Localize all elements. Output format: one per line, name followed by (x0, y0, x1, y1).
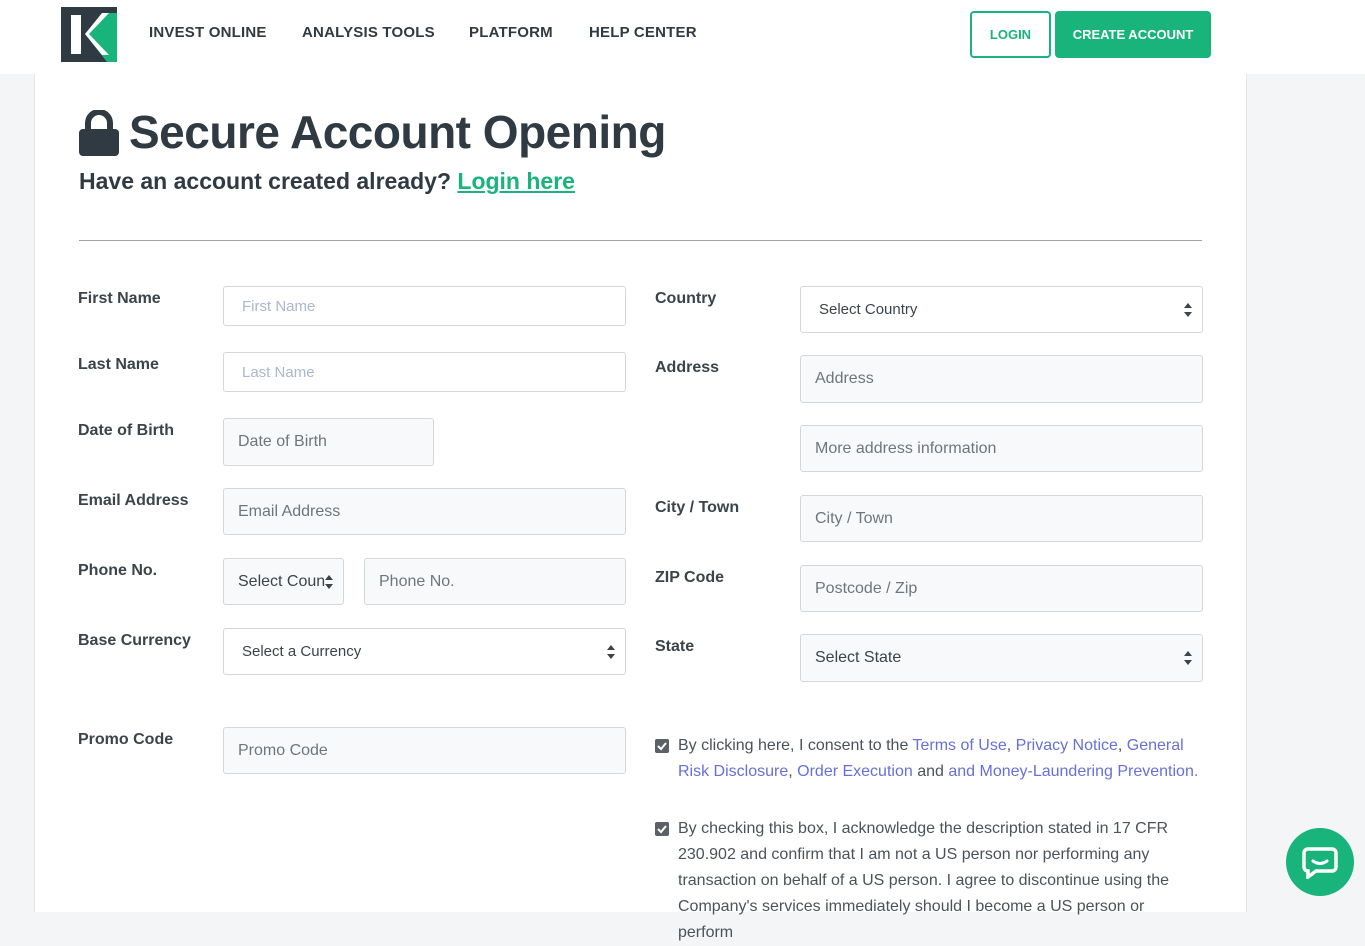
order-execution-link[interactable]: Order Execution (797, 763, 913, 780)
nav-invest-online[interactable]: INVEST ONLINE (149, 24, 267, 41)
login-here-link[interactable]: Login here (457, 168, 575, 194)
dob-label: Date of Birth (78, 422, 174, 439)
nav-analysis-tools[interactable]: ANALYSIS TOOLS (302, 24, 435, 41)
us-person-consent-text: By checking this box, I acknowledge the … (678, 820, 1169, 941)
phone-country-value: Select Coun (238, 572, 326, 590)
currency-select[interactable]: Select a Currency (223, 628, 626, 675)
select-arrows-icon (1184, 651, 1192, 665)
phone-country-select[interactable]: Select Coun (223, 558, 344, 605)
nav-platform[interactable]: PLATFORM (469, 24, 553, 41)
address-label: Address (655, 359, 720, 376)
currency-label: Base Currency (78, 632, 191, 649)
brand-logo-icon[interactable] (61, 7, 117, 62)
country-value: Select Country (819, 301, 918, 318)
promo-label: Promo Code (78, 731, 174, 748)
aml-link[interactable]: and Money-Laundering Prevention. (948, 763, 1198, 780)
consent-and: and (912, 763, 949, 780)
currency-value: Select a Currency (242, 643, 362, 660)
city-label: City / Town (655, 499, 740, 516)
terms-of-use-link[interactable]: Terms of Use (913, 737, 1007, 754)
state-label: State (655, 638, 695, 655)
nav-help-center[interactable]: HELP CENTER (589, 24, 697, 41)
consent-sep: , (1117, 737, 1127, 754)
zip-label: ZIP Code (655, 569, 725, 586)
chat-button[interactable] (1286, 828, 1354, 896)
last-name-input[interactable]: Last Name (223, 352, 626, 392)
city-input[interactable]: City / Town (800, 495, 1203, 542)
country-label: Country (655, 290, 717, 307)
email-input[interactable]: Email Address (223, 488, 626, 535)
country-select[interactable]: Select Country (800, 286, 1203, 333)
state-select[interactable]: Select State (800, 634, 1203, 682)
dob-input[interactable]: Date of Birth (223, 418, 434, 466)
create-account-button[interactable]: CREATE ACCOUNT (1055, 11, 1211, 58)
promo-input[interactable]: Promo Code (223, 727, 626, 774)
chat-icon (1302, 847, 1338, 879)
login-button[interactable]: LOGIN (970, 11, 1051, 58)
consent-sep: , (788, 763, 798, 780)
state-value: Select State (815, 649, 902, 666)
phone-label: Phone No. (78, 562, 158, 579)
phone-input[interactable]: Phone No. (364, 558, 626, 605)
select-arrows-icon (325, 574, 333, 589)
consent-sep: , (1006, 737, 1016, 754)
site-header: INVEST ONLINE ANALYSIS TOOLS PLATFORM HE… (0, 0, 1365, 74)
subtitle-text: Have an account created already? (79, 168, 451, 194)
lock-icon (79, 110, 119, 156)
terms-consent-text: By clicking here, I consent to the Terms… (678, 733, 1208, 785)
email-label: Email Address (78, 492, 189, 509)
first-name-label: First Name (78, 290, 161, 307)
zip-input[interactable]: Postcode / Zip (800, 565, 1203, 612)
first-name-input[interactable]: First Name (223, 286, 626, 326)
privacy-notice-link[interactable]: Privacy Notice (1016, 737, 1118, 754)
select-arrows-icon (607, 644, 615, 659)
consent-prefix: By clicking here, I consent to the (678, 737, 913, 754)
address-input[interactable]: Address (800, 355, 1203, 403)
us-person-checkbox-checked-icon[interactable] (655, 822, 669, 836)
page-title: Secure Account Opening (129, 106, 666, 158)
form-card (34, 74, 1247, 912)
divider (79, 240, 1202, 241)
last-name-label: Last Name (78, 356, 159, 373)
address2-input[interactable]: More address information (800, 425, 1203, 472)
page-subtitle: Have an account created already? Login h… (79, 168, 575, 195)
terms-checkbox-checked-icon[interactable] (655, 739, 669, 753)
select-arrows-icon (1184, 302, 1192, 317)
